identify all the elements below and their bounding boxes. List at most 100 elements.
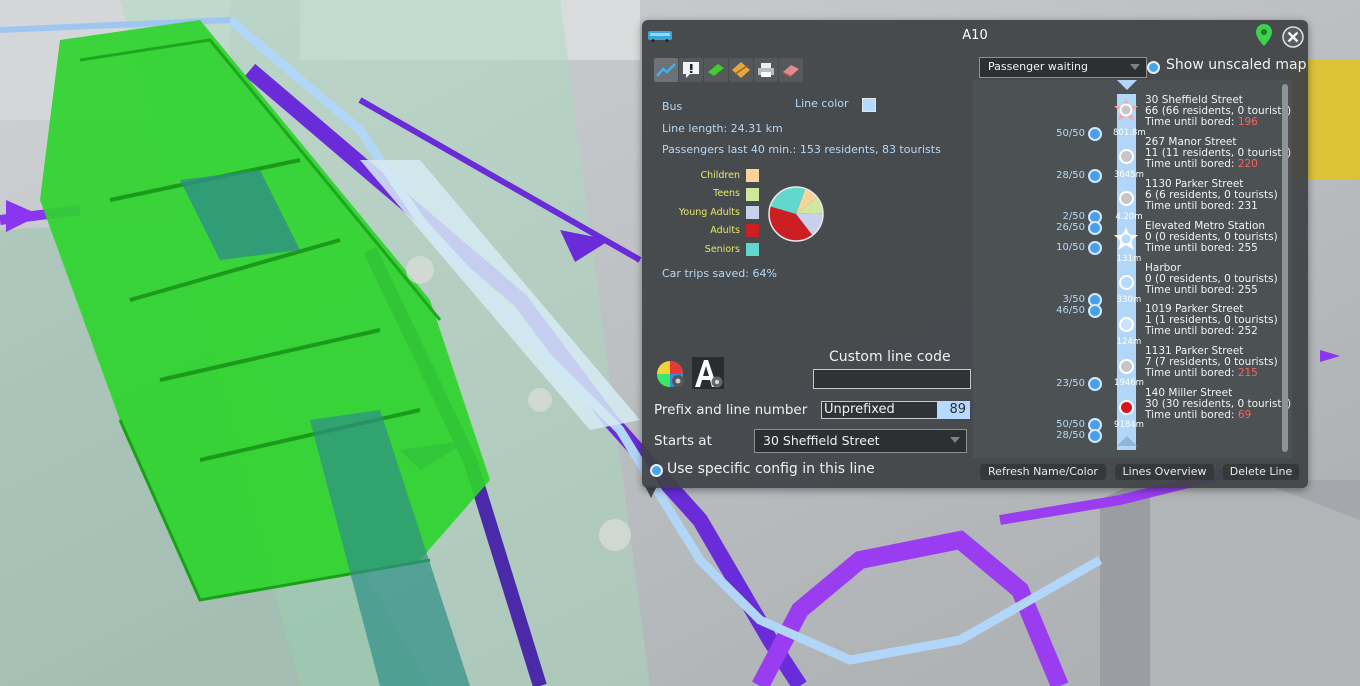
- custom-line-code-input[interactable]: [813, 369, 971, 389]
- line-map[interactable]: 30 Sheffield Street 66 (66 residents, 0 …: [973, 80, 1292, 458]
- vehicle-dot[interactable]: [1088, 241, 1102, 255]
- panel-toolbar: [654, 58, 803, 82]
- line-color-label: Line color: [795, 97, 849, 110]
- specific-config-label: Use specific config in this line: [667, 461, 875, 477]
- custom-line-code-label: Custom line code: [829, 349, 951, 365]
- stop-bored: Time until bored: 215: [1145, 367, 1258, 379]
- vehicle-load: 46/50: [1056, 305, 1085, 316]
- vehicle-load: 23/50: [1056, 378, 1085, 389]
- tab-ticket[interactable]: [704, 58, 728, 82]
- view-mode-dropdown[interactable]: Passenger waiting: [979, 57, 1147, 78]
- stop-bored: Time until bored: 255: [1145, 284, 1258, 296]
- segment-distance: 4.20m: [1115, 212, 1143, 222]
- tab-line-chart[interactable]: [654, 58, 678, 82]
- specific-config-radio[interactable]: [650, 464, 663, 477]
- stop-bored: Time until bored: 255: [1145, 242, 1258, 254]
- vehicle-load: 26/50: [1056, 222, 1085, 233]
- line-info-panel: A10 Bus Line color Line length: 24.31 km…: [642, 20, 1308, 488]
- line-chart-icon: [656, 63, 676, 77]
- show-unscaled-radio[interactable]: [1147, 61, 1160, 74]
- color-wheel-icon: [657, 361, 684, 387]
- tab-print[interactable]: [754, 58, 778, 82]
- segment-distance: 330m: [1116, 295, 1142, 305]
- delete-line-button[interactable]: Delete Line: [1223, 464, 1299, 480]
- vehicle-dot[interactable]: [1088, 304, 1102, 318]
- eraser-icon: [783, 65, 799, 78]
- age-label-young-adults: Young Adults: [678, 207, 740, 218]
- stop-dot[interactable]: [1119, 191, 1134, 206]
- age-swatch-adults: [746, 224, 759, 237]
- stop-bored: Time until bored: 231: [1145, 200, 1258, 212]
- vehicle-load: 10/50: [1056, 242, 1085, 253]
- alert-bubble-icon: [683, 62, 699, 78]
- segment-distance: 3645m: [1114, 170, 1144, 180]
- printer-icon: [758, 63, 774, 77]
- terminal-star-icon[interactable]: [1113, 97, 1139, 123]
- line-type: Bus: [662, 100, 683, 113]
- vehicle-load: 28/50: [1056, 430, 1085, 441]
- age-swatch-children: [746, 169, 759, 182]
- chevron-down-icon: [1130, 64, 1140, 70]
- map-pin-icon[interactable]: [1256, 24, 1272, 48]
- ticket-icon: [708, 64, 724, 76]
- segment-distance: 1946m: [1114, 378, 1144, 388]
- auto-color-button[interactable]: [655, 357, 687, 389]
- age-label-children: Children: [700, 170, 740, 181]
- age-swatch-teens: [746, 188, 759, 201]
- tab-alert[interactable]: [679, 58, 703, 82]
- stop-bored: Time until bored: 196: [1145, 116, 1258, 128]
- age-swatch-young-adults: [746, 206, 759, 219]
- line-track: [1117, 94, 1136, 450]
- age-label-adults: Adults: [710, 225, 740, 236]
- stop-dot[interactable]: [1119, 317, 1134, 332]
- age-pie-chart: [768, 186, 824, 242]
- map-scrollbar[interactable]: [1282, 84, 1288, 452]
- car-trips-saved: Car trips saved: 64%: [662, 267, 777, 280]
- tab-eraser[interactable]: [779, 58, 803, 82]
- vehicle-dot[interactable]: [1088, 377, 1102, 391]
- stop-dot[interactable]: [1119, 149, 1134, 164]
- chevron-down-icon: [950, 437, 960, 443]
- lines-overview-button[interactable]: Lines Overview: [1115, 464, 1214, 480]
- vehicle-load: 50/50: [1056, 128, 1085, 139]
- vehicle-dot[interactable]: [1088, 127, 1102, 141]
- refresh-name-color-button[interactable]: Refresh Name/Color: [980, 464, 1106, 480]
- age-swatch-seniors: [746, 243, 759, 256]
- segment-distance: 124m: [1116, 337, 1142, 347]
- stop-bored: Time until bored: 220: [1145, 158, 1258, 170]
- vehicle-load: 50/50: [1056, 419, 1085, 430]
- track-start-arrow: [1117, 80, 1137, 90]
- font-a-icon: [692, 357, 724, 389]
- vehicle-dot[interactable]: [1088, 221, 1102, 235]
- titlebar[interactable]: A10: [642, 20, 1308, 52]
- vehicle-dot[interactable]: [1088, 169, 1102, 183]
- map-scroll-thumb[interactable]: [1282, 84, 1288, 452]
- panel-title: A10: [962, 28, 988, 43]
- vehicle-load: 28/50: [1056, 170, 1085, 181]
- segment-distance: 131m: [1116, 254, 1142, 264]
- auto-name-button[interactable]: [692, 357, 724, 389]
- age-label-teens: Teens: [713, 188, 740, 199]
- segment-distance: 9184m: [1114, 420, 1144, 430]
- budget-icon: [732, 62, 750, 78]
- stop-dot[interactable]: [1119, 359, 1134, 374]
- passengers-stat: Passengers last 40 min.: 153 residents, …: [662, 143, 941, 156]
- transfer-star-icon[interactable]: [1113, 226, 1139, 252]
- vehicle-load: 2/50: [1062, 211, 1085, 222]
- stop-bored: Time until bored: 252: [1145, 325, 1258, 337]
- age-label-seniors: Seniors: [704, 244, 740, 255]
- track-end-arrow: [1117, 436, 1137, 446]
- vehicle-load: 3/50: [1062, 294, 1085, 305]
- close-icon[interactable]: [1282, 26, 1304, 48]
- vehicle-dot[interactable]: [1088, 429, 1102, 443]
- line-number-input[interactable]: 89: [937, 401, 970, 419]
- line-length: Line length: 24.31 km: [662, 122, 783, 135]
- stop-dot[interactable]: [1119, 275, 1134, 290]
- starts-at-dropdown[interactable]: 30 Sheffield Street: [754, 429, 967, 453]
- tab-budget[interactable]: [729, 58, 753, 82]
- stop-bored: Time until bored: 69: [1145, 409, 1252, 421]
- show-unscaled-label: Show unscaled map: [1166, 57, 1307, 73]
- prefix-input[interactable]: Unprefixed: [821, 401, 938, 419]
- line-color-swatch[interactable]: [862, 98, 876, 112]
- stop-dot[interactable]: [1119, 400, 1134, 415]
